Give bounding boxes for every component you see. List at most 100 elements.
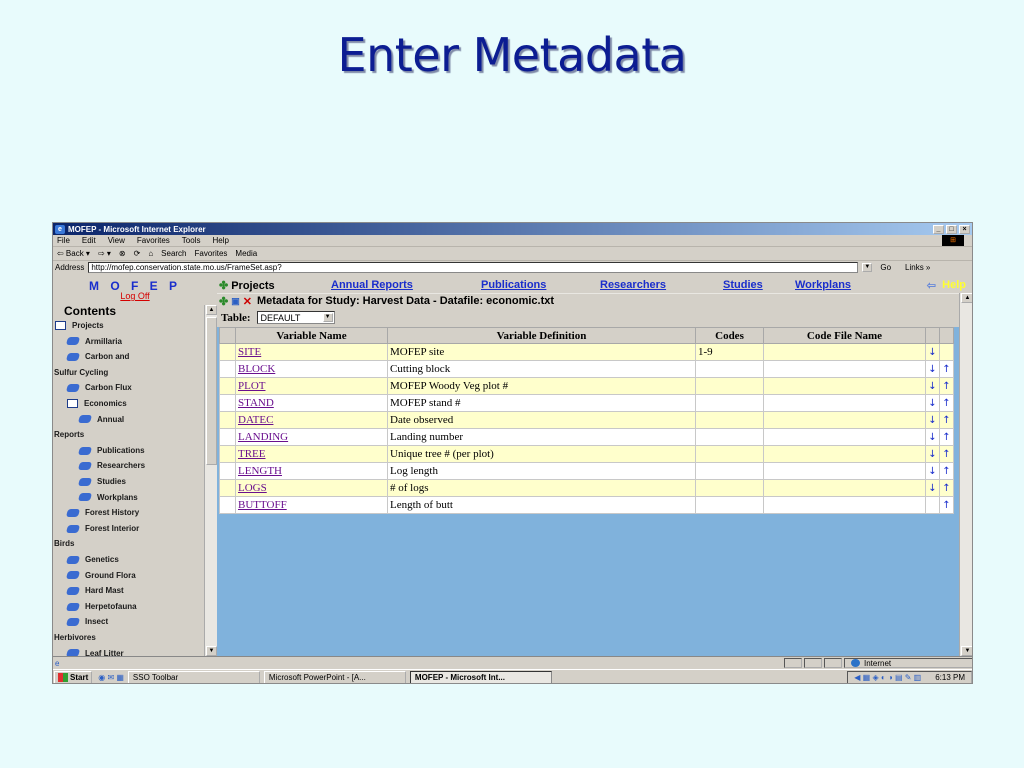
variable-name-cell[interactable]: LOGS	[235, 479, 388, 497]
tree-item[interactable]: Insect	[65, 617, 108, 626]
menu-tools[interactable]: Tools	[182, 236, 201, 245]
delete-icon[interactable]: ✕	[243, 295, 252, 308]
tree-item[interactable]: Carbon and	[65, 352, 129, 361]
favorites-button[interactable]: Favorites	[195, 249, 228, 258]
variable-name-link[interactable]: TREE	[238, 448, 266, 460]
variable-name-link[interactable]: BLOCK	[238, 363, 275, 375]
forward-button[interactable]: ⇨ ▾	[98, 249, 111, 258]
variable-name-cell[interactable]: PLOT	[235, 377, 388, 395]
chevron-down-icon[interactable]: ▼	[322, 313, 333, 322]
variable-name-link[interactable]: LENGTH	[238, 465, 282, 477]
tree-item[interactable]: Herpetofauna	[65, 602, 137, 611]
scroll-up-icon[interactable]: ▲	[206, 305, 217, 315]
tree-item[interactable]: Carbon Flux	[65, 383, 132, 392]
move-up-icon[interactable]: ↑	[939, 445, 954, 463]
move-down-icon[interactable]: ↓	[925, 462, 940, 480]
tree-item[interactable]: Forest History	[65, 508, 139, 517]
tree-item[interactable]: Studies	[77, 477, 126, 486]
address-dropdown-icon[interactable]: ▼	[862, 263, 873, 272]
nav-studies[interactable]: Studies	[723, 279, 763, 291]
tree-item[interactable]: Genetics	[65, 555, 119, 564]
move-down-icon[interactable]: ↓	[925, 360, 940, 378]
task-sso-toolbar[interactable]: SSO Toolbar	[127, 671, 260, 683]
tree-item[interactable]: Armillaria	[65, 337, 122, 346]
variable-name-cell[interactable]: BUTTOFF	[235, 496, 388, 514]
move-down-icon[interactable]: ↓	[925, 479, 940, 497]
menu-file[interactable]: File	[57, 236, 70, 245]
nav-researchers[interactable]: Researchers	[600, 279, 666, 291]
tree-item[interactable]: Publications	[77, 446, 145, 455]
maximize-button[interactable]: □	[946, 224, 957, 234]
tree-item[interactable]: Projects	[55, 321, 104, 331]
close-button[interactable]: ×	[959, 224, 970, 234]
help-link[interactable]: Help	[942, 279, 966, 291]
move-down-icon[interactable]: ↓	[925, 377, 940, 395]
variable-name-link[interactable]: BUTTOFF	[238, 499, 287, 511]
scroll-thumb[interactable]	[206, 317, 217, 465]
start-button[interactable]: Start	[54, 671, 93, 683]
variable-name-cell[interactable]: STAND	[235, 394, 388, 412]
variable-name-link[interactable]: LANDING	[238, 431, 288, 443]
copy-icon[interactable]: ▣	[231, 296, 240, 307]
move-down-icon[interactable]: ↓	[925, 394, 940, 412]
variable-name-link[interactable]: SITE	[238, 346, 261, 358]
menu-favorites[interactable]: Favorites	[137, 236, 170, 245]
add-icon[interactable]: ✤	[219, 295, 228, 308]
move-up-icon[interactable]: ↑	[939, 411, 954, 429]
nav-annual-reports[interactable]: Annual Reports	[331, 279, 413, 291]
move-up-icon[interactable]: ↑	[939, 496, 954, 514]
variable-name-cell[interactable]: SITE	[235, 343, 388, 361]
nav-workplans[interactable]: Workplans	[795, 279, 851, 291]
nav-projects[interactable]: ✤ Projects	[219, 279, 275, 292]
move-up-icon[interactable]: ↑	[939, 377, 954, 395]
variable-name-cell[interactable]: BLOCK	[235, 360, 388, 378]
tray-icons[interactable]: ◀ ▦ ◈ ◐ ◑ ▤ ✎ ▥	[854, 673, 921, 682]
main-scroll-down-icon[interactable]: ▼	[961, 646, 972, 656]
variable-name-cell[interactable]: LENGTH	[235, 462, 388, 480]
tree-item[interactable]: Leaf Litter	[65, 649, 124, 656]
move-down-icon[interactable]: ↓	[925, 411, 940, 429]
move-down-icon[interactable]: ↓	[925, 428, 940, 446]
refresh-icon[interactable]: ⟳	[134, 249, 141, 258]
move-up-icon[interactable]: ↑	[939, 479, 954, 497]
stop-icon[interactable]: ⊗	[119, 249, 126, 258]
move-up-icon[interactable]: ↑	[939, 428, 954, 446]
move-up-icon[interactable]: ↑	[939, 394, 954, 412]
back-button[interactable]: ⇦ Back ▾	[57, 249, 90, 258]
tree-item[interactable]: Forest Interior	[65, 524, 139, 533]
task-mofep-ie[interactable]: MOFEP - Microsoft Int...	[409, 671, 552, 683]
move-down-icon[interactable]: ↓	[925, 343, 940, 361]
task-powerpoint[interactable]: Microsoft PowerPoint - [A...	[263, 671, 406, 683]
variable-name-link[interactable]: STAND	[238, 397, 274, 409]
back-arrow-icon[interactable]: ⇦	[927, 279, 936, 292]
move-down-icon[interactable]: ↓	[925, 445, 940, 463]
nav-publications[interactable]: Publications	[481, 279, 546, 291]
variable-name-cell[interactable]: TREE	[235, 445, 388, 463]
quicklaunch-icons[interactable]: ◉ ✉ ▦	[98, 673, 124, 682]
search-button[interactable]: Search	[161, 249, 186, 258]
logoff-link[interactable]: Log Off	[53, 291, 217, 301]
main-scroll-up-icon[interactable]: ▲	[961, 293, 972, 303]
variable-name-link[interactable]: LOGS	[238, 482, 267, 494]
variable-name-cell[interactable]: DATEC	[235, 411, 388, 429]
links-button[interactable]: Links »	[905, 263, 930, 272]
variable-name-link[interactable]: DATEC	[238, 414, 273, 426]
tree-item[interactable]: Annual	[77, 415, 124, 424]
media-button[interactable]: Media	[235, 249, 257, 258]
move-up-icon[interactable]: ↑	[939, 462, 954, 480]
variable-name-link[interactable]: PLOT	[238, 380, 266, 392]
menu-view[interactable]: View	[108, 236, 125, 245]
address-input[interactable]: http://mofep.conservation.state.mo.us/Fr…	[88, 262, 859, 273]
tree-item[interactable]: Ground Flora	[65, 571, 136, 580]
move-up-icon[interactable]: ↑	[939, 360, 954, 378]
sidebar-scrollbar[interactable]: ▲ ▼	[204, 305, 217, 656]
home-icon[interactable]: ⌂	[148, 249, 153, 258]
variable-name-cell[interactable]: LANDING	[235, 428, 388, 446]
menu-help[interactable]: Help	[212, 236, 228, 245]
scroll-down-icon[interactable]: ▼	[206, 646, 217, 656]
tree-item[interactable]: Researchers	[77, 461, 145, 470]
go-button[interactable]: Go	[880, 263, 891, 272]
tree-item[interactable]: Economics	[67, 399, 127, 409]
minimize-button[interactable]: _	[933, 224, 944, 234]
menu-edit[interactable]: Edit	[82, 236, 96, 245]
